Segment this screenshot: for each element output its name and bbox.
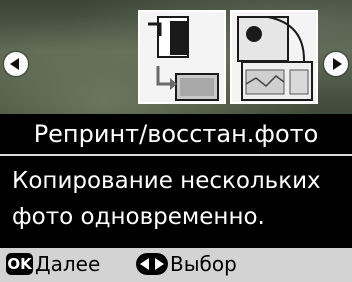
ok-key-icon[interactable]: OK xyxy=(6,253,33,275)
restore-photo-graphic xyxy=(237,16,313,101)
arrow-right-icon[interactable] xyxy=(324,52,348,76)
description-line-1: Копирование нескольких xyxy=(12,168,321,194)
restore-photo-icon[interactable] xyxy=(230,10,318,104)
mode-title: Репринт/восстан.фото xyxy=(0,114,352,156)
reprint-photo-icon[interactable] xyxy=(138,10,226,104)
arrow-left-icon[interactable] xyxy=(4,52,28,76)
footer-help-bar: OK Далее Выбор xyxy=(0,248,352,282)
lcd-screen: Репринт/восстан.фото Копирование несколь… xyxy=(0,0,352,282)
mode-carousel xyxy=(0,0,352,114)
mode-description: Копирование нескольких фото одновременно… xyxy=(0,156,352,248)
right-triangle-icon xyxy=(155,258,164,270)
reprint-photo-graphic xyxy=(148,16,219,101)
left-right-arrows-icon[interactable] xyxy=(136,253,168,275)
arrows-action-label: Выбор xyxy=(170,252,237,276)
left-triangle-icon xyxy=(140,258,149,270)
ok-action-label: Далее xyxy=(35,252,101,276)
description-line-2: фото одновременно. xyxy=(12,204,265,230)
